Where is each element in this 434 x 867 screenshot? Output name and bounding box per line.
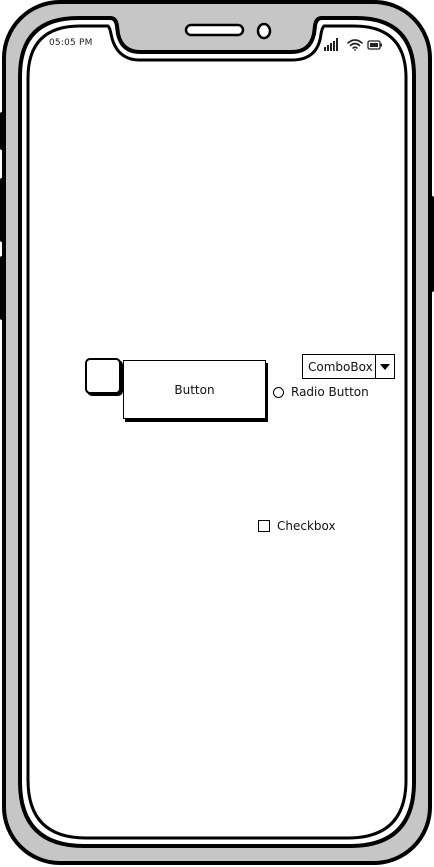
battery-icon (367, 40, 382, 50)
checkbox[interactable]: Checkbox (258, 519, 336, 533)
square-icon-button[interactable] (85, 358, 121, 394)
radio-button-label: Radio Button (291, 385, 369, 399)
status-bar-icons (324, 38, 382, 51)
signal-bars-icon (324, 38, 338, 51)
phone-frame (0, 0, 434, 865)
checkbox-label: Checkbox (277, 519, 336, 533)
front-camera (256, 22, 272, 40)
button-label: Button (174, 382, 215, 397)
radio-circle-icon[interactable] (273, 386, 284, 398)
phone-mockup: 05:05 PM Button ComboBox Radio Button Ch… (0, 0, 434, 867)
radio-button[interactable]: Radio Button (273, 385, 369, 399)
speaker-grille (184, 23, 245, 37)
combo-box[interactable]: ComboBox (302, 354, 395, 379)
status-bar-time: 05:05 PM (49, 38, 93, 48)
checkbox-box-icon[interactable] (258, 520, 270, 532)
wifi-icon (347, 39, 363, 51)
primary-button[interactable]: Button (123, 360, 266, 419)
combo-box-value: ComboBox (303, 355, 376, 378)
dropdown-arrow-icon[interactable] (376, 355, 394, 378)
screen (18, 16, 416, 848)
